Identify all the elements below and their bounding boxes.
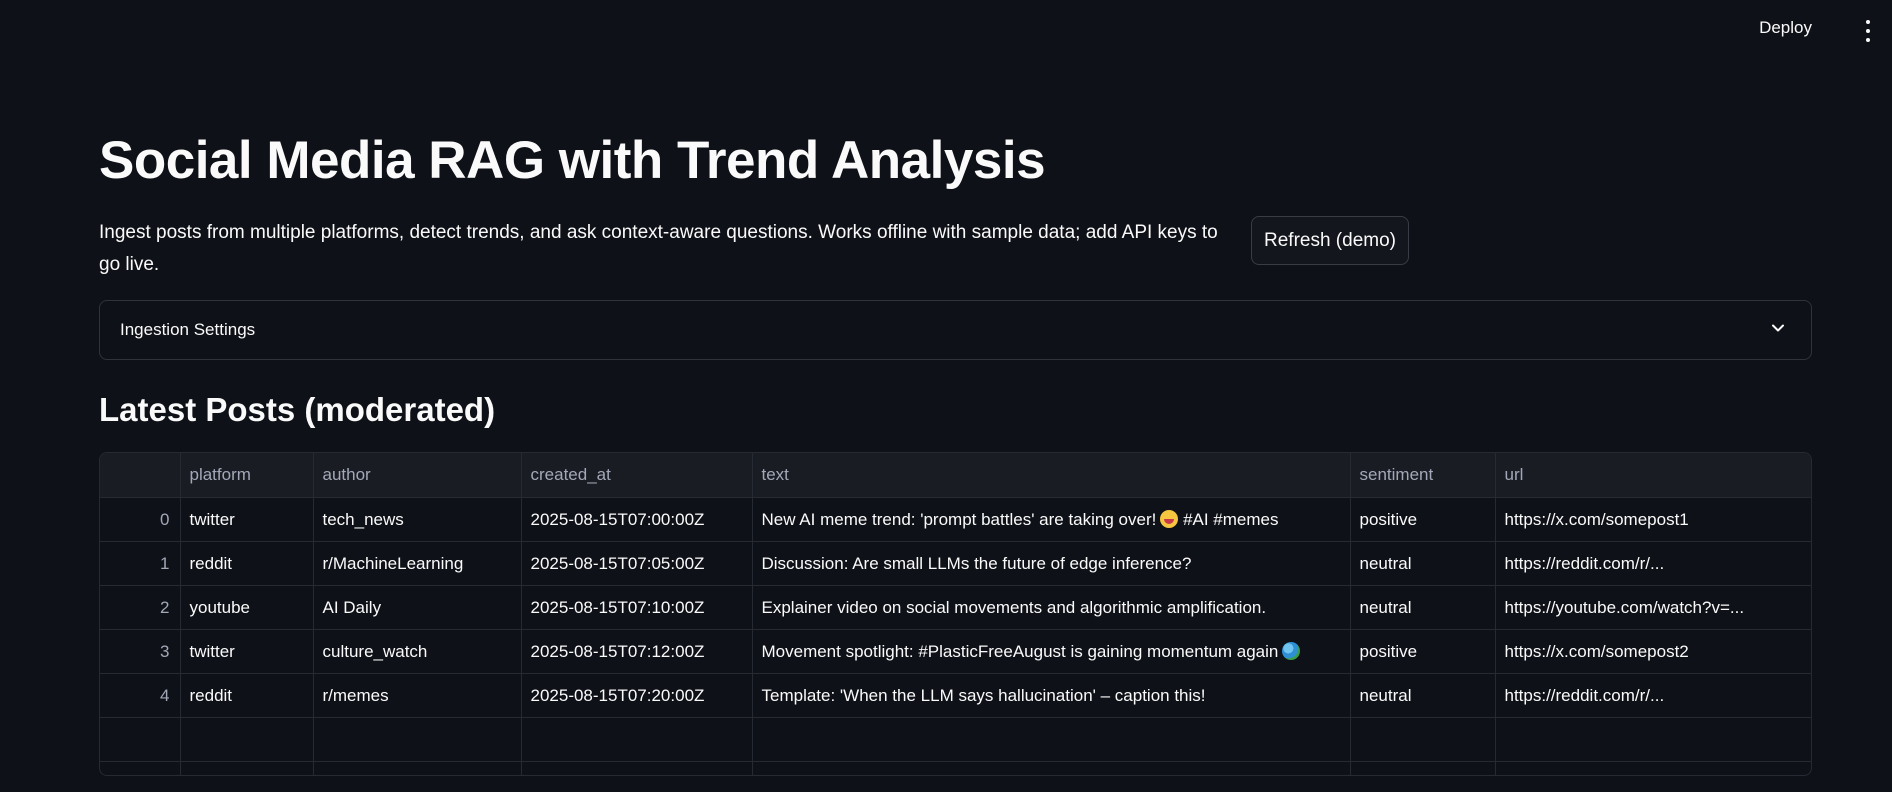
- row-index: 1: [100, 541, 181, 586]
- cell-platform[interactable]: twitter: [180, 497, 314, 542]
- cell-text[interactable]: Explainer video on social movements and …: [752, 585, 1351, 630]
- column-header-url[interactable]: url: [1495, 453, 1811, 498]
- cell-url[interactable]: https://x.com/somepost2: [1495, 629, 1811, 674]
- cell-author[interactable]: AI Daily: [313, 585, 522, 630]
- chevron-down-icon: [1772, 324, 1784, 332]
- cell-url[interactable]: https://reddit.com/r/...: [1495, 673, 1811, 718]
- column-header-author[interactable]: author: [313, 453, 522, 498]
- cell-created-at[interactable]: 2025-08-15T07:20:00Z: [521, 673, 753, 718]
- empty-cell[interactable]: [752, 761, 1351, 775]
- cell-text-value: New AI meme trend: 'prompt battles' are …: [761, 509, 1157, 529]
- top-toolbar: Deploy: [0, 0, 1892, 60]
- ingestion-settings-expander[interactable]: Ingestion Settings: [99, 300, 1812, 360]
- cell-text-tail: #AI #memes: [1178, 509, 1279, 529]
- empty-cell[interactable]: [752, 717, 1351, 762]
- empty-cell[interactable]: [1495, 717, 1811, 762]
- column-header-platform[interactable]: platform: [180, 453, 314, 498]
- empty-cell[interactable]: [180, 761, 314, 775]
- empty-cell[interactable]: [313, 761, 522, 775]
- table-header-row: platform author created_at text sentimen…: [100, 453, 1811, 498]
- empty-cell[interactable]: [313, 717, 522, 762]
- cell-platform[interactable]: reddit: [180, 673, 314, 718]
- globe-emoji-icon: [1282, 641, 1301, 660]
- cell-text[interactable]: New AI meme trend: 'prompt battles' are …: [752, 497, 1351, 542]
- empty-cell[interactable]: [521, 761, 753, 775]
- cell-sentiment[interactable]: positive: [1350, 629, 1496, 674]
- cell-author[interactable]: culture_watch: [313, 629, 522, 674]
- cell-platform[interactable]: reddit: [180, 541, 314, 586]
- cell-created-at[interactable]: 2025-08-15T07:05:00Z: [521, 541, 753, 586]
- kebab-menu-icon[interactable]: [1858, 20, 1878, 42]
- table-row[interactable]: 4 reddit r/memes 2025-08-15T07:20:00Z Te…: [100, 673, 1811, 718]
- row-index: 3: [100, 629, 181, 674]
- row-index: 0: [100, 497, 181, 542]
- empty-cell[interactable]: [1350, 761, 1496, 775]
- empty-cell[interactable]: [1350, 717, 1496, 762]
- page-description: Ingest posts from multiple platforms, de…: [99, 222, 1218, 275]
- table-row[interactable]: 0 twitter tech_news 2025-08-15T07:00:00Z…: [100, 497, 1811, 542]
- cell-sentiment[interactable]: neutral: [1350, 585, 1496, 630]
- kebab-dot: [1866, 29, 1870, 33]
- cell-url[interactable]: https://x.com/somepost1: [1495, 497, 1811, 542]
- cell-text-value: Movement spotlight: #PlasticFreeAugust i…: [761, 641, 1279, 661]
- cell-text[interactable]: Movement spotlight: #PlasticFreeAugust i…: [752, 629, 1351, 674]
- cell-text[interactable]: Discussion: Are small LLMs the future of…: [752, 541, 1351, 586]
- column-header-sentiment[interactable]: sentiment: [1350, 453, 1496, 498]
- refresh-demo-button[interactable]: Refresh (demo): [1251, 216, 1409, 265]
- table-row[interactable]: 2 youtube AI Daily 2025-08-15T07:10:00Z …: [100, 585, 1811, 630]
- cell-created-at[interactable]: 2025-08-15T07:00:00Z: [521, 497, 753, 542]
- cell-url[interactable]: https://reddit.com/r/...: [1495, 541, 1811, 586]
- cell-sentiment[interactable]: neutral: [1350, 541, 1496, 586]
- column-header-created-at[interactable]: created_at: [521, 453, 753, 498]
- table-row[interactable]: 3 twitter culture_watch 2025-08-15T07:12…: [100, 629, 1811, 674]
- posts-table: platform author created_at text sentimen…: [100, 453, 1811, 775]
- expander-label: Ingestion Settings: [120, 320, 256, 339]
- posts-dataframe[interactable]: platform author created_at text sentimen…: [99, 452, 1812, 776]
- cell-platform[interactable]: youtube: [180, 585, 314, 630]
- cell-sentiment[interactable]: positive: [1350, 497, 1496, 542]
- empty-cell[interactable]: [521, 717, 753, 762]
- cell-created-at[interactable]: 2025-08-15T07:10:00Z: [521, 585, 753, 630]
- cell-sentiment[interactable]: neutral: [1350, 673, 1496, 718]
- cell-author[interactable]: tech_news: [313, 497, 522, 542]
- row-index: 4: [100, 673, 181, 718]
- cell-author[interactable]: r/memes: [313, 673, 522, 718]
- row-index: 2: [100, 585, 181, 630]
- table-row[interactable]: 1 reddit r/MachineLearning 2025-08-15T07…: [100, 541, 1811, 586]
- cell-url[interactable]: https://youtube.com/watch?v=...: [1495, 585, 1811, 630]
- kebab-dot: [1866, 20, 1870, 24]
- empty-cell[interactable]: [1495, 761, 1811, 775]
- empty-cell[interactable]: [180, 717, 314, 762]
- empty-table-row[interactable]: [100, 717, 1811, 762]
- empty-cell: [100, 717, 181, 762]
- kebab-dot: [1866, 38, 1870, 42]
- cell-platform[interactable]: twitter: [180, 629, 314, 674]
- column-header-text[interactable]: text: [752, 453, 1351, 498]
- column-header-index[interactable]: [100, 453, 181, 498]
- section-heading: Latest Posts (moderated): [99, 391, 496, 428]
- empty-table-row[interactable]: [100, 761, 1811, 775]
- cell-created-at[interactable]: 2025-08-15T07:12:00Z: [521, 629, 753, 674]
- cell-text[interactable]: Template: 'When the LLM says hallucinati…: [752, 673, 1351, 718]
- cell-author[interactable]: r/MachineLearning: [313, 541, 522, 586]
- empty-cell: [100, 761, 181, 775]
- deploy-button[interactable]: Deploy: [1759, 18, 1812, 38]
- page-title: Social Media RAG with Trend Analysis: [99, 131, 1046, 190]
- laughing-face-emoji-icon: [1160, 509, 1179, 528]
